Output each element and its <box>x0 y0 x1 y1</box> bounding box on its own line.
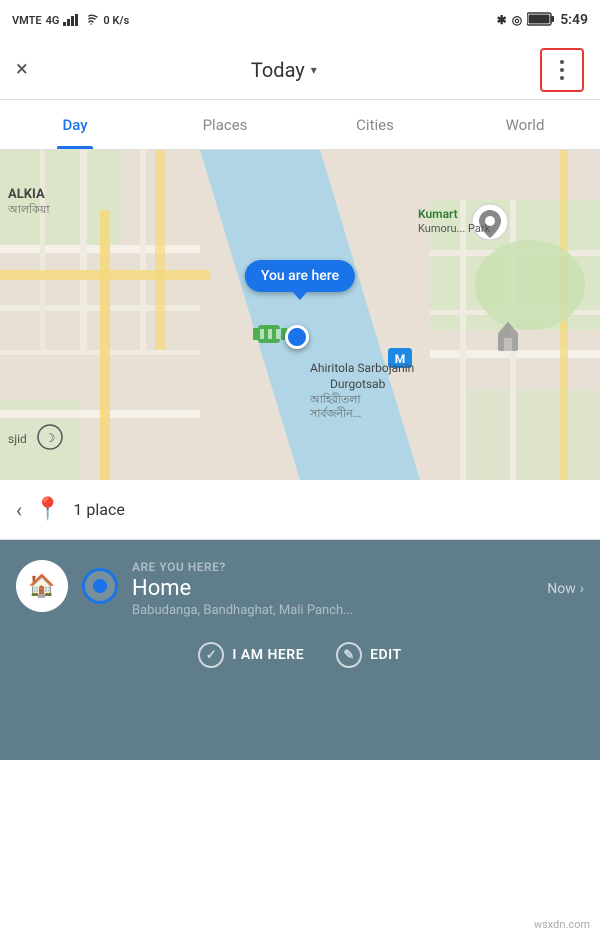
download-label: 0 K/s <box>103 14 129 27</box>
location-indicator <box>82 568 118 604</box>
header-title: Today ▾ <box>251 58 317 82</box>
close-button[interactable]: × <box>16 57 28 82</box>
svg-text:আহিরীতলা: আহিরীতলা <box>309 393 361 406</box>
carrier-label: VMTE <box>12 14 42 27</box>
place-time-label: Now › <box>547 581 584 597</box>
check-icon: ✓ <box>198 642 224 668</box>
back-arrow-button[interactable]: ‹ <box>16 498 22 522</box>
place-name-label: Home <box>132 576 191 601</box>
network-label: 4G <box>46 14 60 27</box>
location-icon: ◎ <box>512 13 522 27</box>
tab-world[interactable]: World <box>450 100 600 149</box>
time-arrow-icon: › <box>580 581 584 597</box>
tab-places[interactable]: Places <box>150 100 300 149</box>
dot1 <box>560 60 564 64</box>
dot3 <box>560 76 564 80</box>
place-info: ARE YOU HERE? Home Now › Babudanga, Band… <box>132 560 584 618</box>
header: × Today ▾ <box>0 40 600 100</box>
home-icon-container: 🏠 <box>16 560 68 612</box>
bottom-card: 🏠 ARE YOU HERE? Home Now › Babudanga, Ba… <box>0 540 600 760</box>
pin-icon: 📍 <box>34 497 61 522</box>
watermark: wsxdn.com <box>534 918 590 931</box>
you-are-here-bubble: You are here <box>245 260 355 292</box>
title-text: Today <box>251 58 305 82</box>
status-left: VMTE 4G 0 K/s <box>12 14 129 27</box>
svg-text:☽: ☽ <box>45 431 56 445</box>
info-bar: ‹ 📍 1 place <box>0 480 600 540</box>
bluetooth-icon: ✱ <box>497 13 507 27</box>
svg-text:আলকিয়া: আলকিয়া <box>7 203 50 216</box>
time-label: 5:49 <box>560 12 588 28</box>
tab-day[interactable]: Day <box>0 100 150 149</box>
svg-text:Kumart: Kumart <box>418 207 458 221</box>
place-question-label: ARE YOU HERE? <box>132 560 584 574</box>
place-address-label: Babudanga, Bandhaghat, Mali Panch... <box>132 603 584 618</box>
svg-text:Kumoru... Park: Kumoru... Park <box>418 222 491 235</box>
edit-label: EDIT <box>370 647 401 663</box>
status-right: ✱ ◎ 5:49 <box>497 12 588 29</box>
i-am-here-label: I AM HERE <box>232 647 304 663</box>
battery-icon <box>527 12 555 26</box>
svg-text:ALKIA: ALKIA <box>8 187 45 202</box>
dot2 <box>560 68 564 72</box>
svg-text:Ahiritola Sarbojanin: Ahiritola Sarbojanin <box>310 361 414 375</box>
home-icon: 🏠 <box>28 574 55 599</box>
battery-label <box>527 12 555 29</box>
more-options-button[interactable] <box>540 48 584 92</box>
place-entry: 🏠 ARE YOU HERE? Home Now › Babudanga, Ba… <box>16 560 584 618</box>
map-container[interactable]: M ☽ ALKIA আলকিয়া Kumart Kumoru... Park … <box>0 150 600 480</box>
location-inner-dot <box>93 579 107 593</box>
edit-icon: ✎ <box>336 642 362 668</box>
svg-text:সার্বজনীন...: সার্বজনীন... <box>309 407 361 420</box>
tab-cities[interactable]: Cities <box>300 100 450 149</box>
action-buttons: ✓ I AM HERE ✎ EDIT <box>16 634 584 668</box>
tabs-bar: Day Places Cities World <box>0 100 600 150</box>
svg-text:Durgotsab: Durgotsab <box>330 377 386 391</box>
place-name-row: Home Now › <box>132 576 584 601</box>
status-bar: VMTE 4G 0 K/s ✱ ◎ 5:49 <box>0 0 600 40</box>
title-dropdown-arrow[interactable]: ▾ <box>311 63 317 77</box>
place-count-label: 1 place <box>73 500 124 519</box>
signal-icon <box>63 14 79 26</box>
map-svg: M ☽ ALKIA আলকিয়া Kumart Kumoru... Park … <box>0 150 600 480</box>
wifi-icon <box>83 14 99 26</box>
location-dot <box>285 325 309 349</box>
svg-text:sjid: sjid <box>8 432 27 446</box>
edit-button[interactable]: ✎ EDIT <box>336 642 401 668</box>
i-am-here-button[interactable]: ✓ I AM HERE <box>198 642 304 668</box>
